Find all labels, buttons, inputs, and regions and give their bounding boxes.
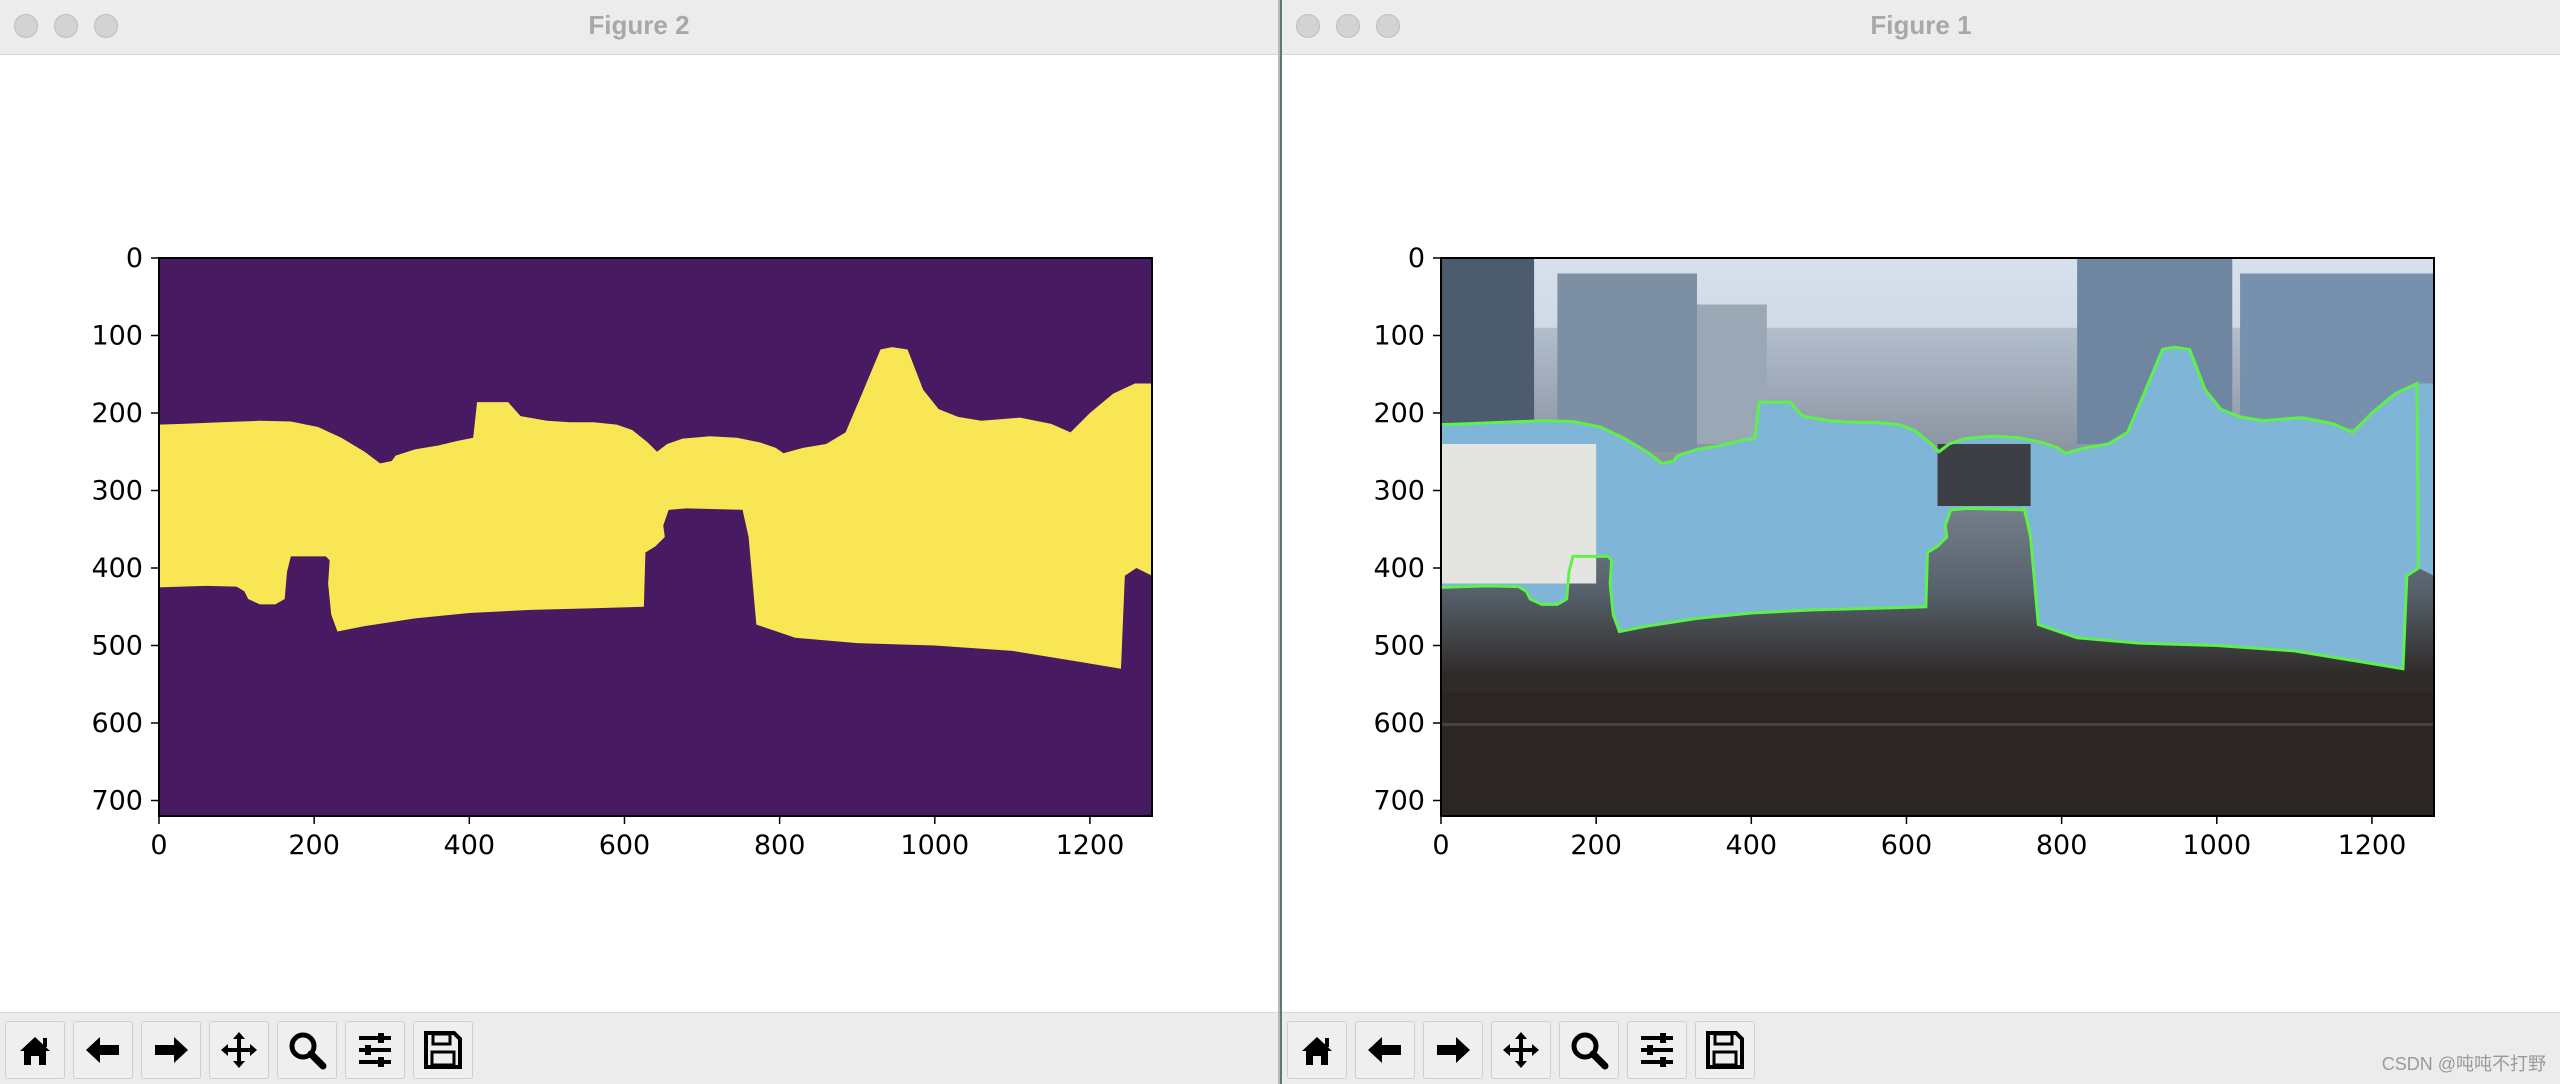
pan-button[interactable]: [209, 1021, 269, 1079]
x-tick-label: 800: [2036, 830, 2088, 861]
x-tick-label: 600: [599, 830, 651, 861]
y-tick-label: 700: [1373, 786, 1425, 817]
x-tick-label: 1000: [900, 830, 969, 861]
back-button[interactable]: [73, 1021, 133, 1079]
street-photo-image: [1441, 258, 2434, 816]
figure-canvas[interactable]: 0 200 400 600 800 1000 1200 0 100 200 300 400 500 600…: [1282, 55, 2560, 1013]
back-button[interactable]: [1355, 1021, 1415, 1079]
zoom-button[interactable]: [277, 1021, 337, 1079]
arrow-left-icon: [86, 1037, 119, 1063]
title-bar: Figure 1: [1282, 0, 2560, 55]
y-tick-label: 400: [91, 553, 143, 584]
window-title: Figure 1: [1870, 10, 1972, 40]
home-icon: [20, 1037, 50, 1065]
configure-subplots-button[interactable]: [1627, 1021, 1687, 1079]
home-button[interactable]: [5, 1021, 65, 1079]
floppy-disk-icon: [1706, 1031, 1744, 1069]
save-button[interactable]: [1695, 1021, 1755, 1079]
forward-button[interactable]: [141, 1021, 201, 1079]
navigation-toolbar: [0, 1012, 1278, 1084]
x-tick-label: 200: [1570, 830, 1622, 861]
x-tick-label: 0: [150, 830, 167, 861]
x-tick-label: 400: [1726, 830, 1778, 861]
y-tick-label: 0: [1408, 243, 1425, 274]
axes: 0 200 400 600 800 1000 1200 0 100 200 300 400 500 600…: [91, 243, 1153, 861]
x-tick-label: 1200: [2338, 830, 2407, 861]
y-tick-label: 500: [1373, 631, 1425, 662]
arrow-left-icon: [1368, 1037, 1401, 1063]
y-tick-label: 700: [91, 786, 143, 817]
y-tick-label: 300: [1373, 476, 1425, 507]
home-button[interactable]: [1287, 1021, 1347, 1079]
window-title: Figure 2: [588, 10, 690, 40]
x-tick-label: 800: [754, 830, 806, 861]
x-tick-label: 200: [288, 830, 340, 861]
y-tick-label: 0: [126, 243, 143, 274]
y-tick-label: 400: [1373, 553, 1425, 584]
segmentation-mask-image: [159, 258, 1152, 816]
title-bar: Figure 2: [0, 0, 1278, 55]
pan-button[interactable]: [1491, 1021, 1551, 1079]
y-tick-label: 600: [1373, 708, 1425, 739]
axes: 0 200 400 600 800 1000 1200 0 100 200 300 400 500 600…: [1373, 243, 2435, 861]
save-button[interactable]: [413, 1021, 473, 1079]
y-tick-label: 500: [91, 631, 143, 662]
zoom-button[interactable]: [1559, 1021, 1619, 1079]
configure-subplots-button[interactable]: [345, 1021, 405, 1079]
y-tick-label: 200: [1373, 398, 1425, 429]
y-tick-label: 300: [91, 476, 143, 507]
figure-canvas[interactable]: 0 200 400 600 800 1000 1200 0 100 200 300 400 500 600…: [0, 55, 1278, 1013]
forward-button[interactable]: [1423, 1021, 1483, 1079]
figure-2-window: Figure 2 0 200 400 600 800 1000 1200 0 100 200 300…: [0, 0, 1280, 1084]
home-icon: [1302, 1037, 1332, 1065]
magnifier-icon: [1571, 1032, 1609, 1070]
sliders-icon: [1641, 1033, 1673, 1067]
y-tick-label: 100: [91, 321, 143, 352]
arrow-right-icon: [155, 1037, 188, 1063]
arrow-right-icon: [1437, 1037, 1470, 1063]
move-icon: [221, 1032, 257, 1068]
y-tick-label: 600: [91, 708, 143, 739]
navigation-toolbar: [1282, 1012, 2560, 1084]
y-tick-label: 100: [1373, 321, 1425, 352]
x-tick-label: 600: [1881, 830, 1933, 861]
x-tick-label: 0: [1432, 830, 1449, 861]
x-tick-label: 1000: [2182, 830, 2251, 861]
figure-1-window: Figure 1 0 200 400 600 800 1000 1200 0 100 200 300…: [1282, 0, 2560, 1084]
move-icon: [1503, 1032, 1539, 1068]
magnifier-icon: [289, 1032, 327, 1070]
x-tick-label: 400: [444, 830, 496, 861]
watermark: CSDN @吨吨不打野: [2381, 1054, 2546, 1074]
floppy-disk-icon: [424, 1031, 462, 1069]
x-tick-label: 1200: [1056, 830, 1125, 861]
y-tick-label: 200: [91, 398, 143, 429]
sliders-icon: [359, 1033, 391, 1067]
